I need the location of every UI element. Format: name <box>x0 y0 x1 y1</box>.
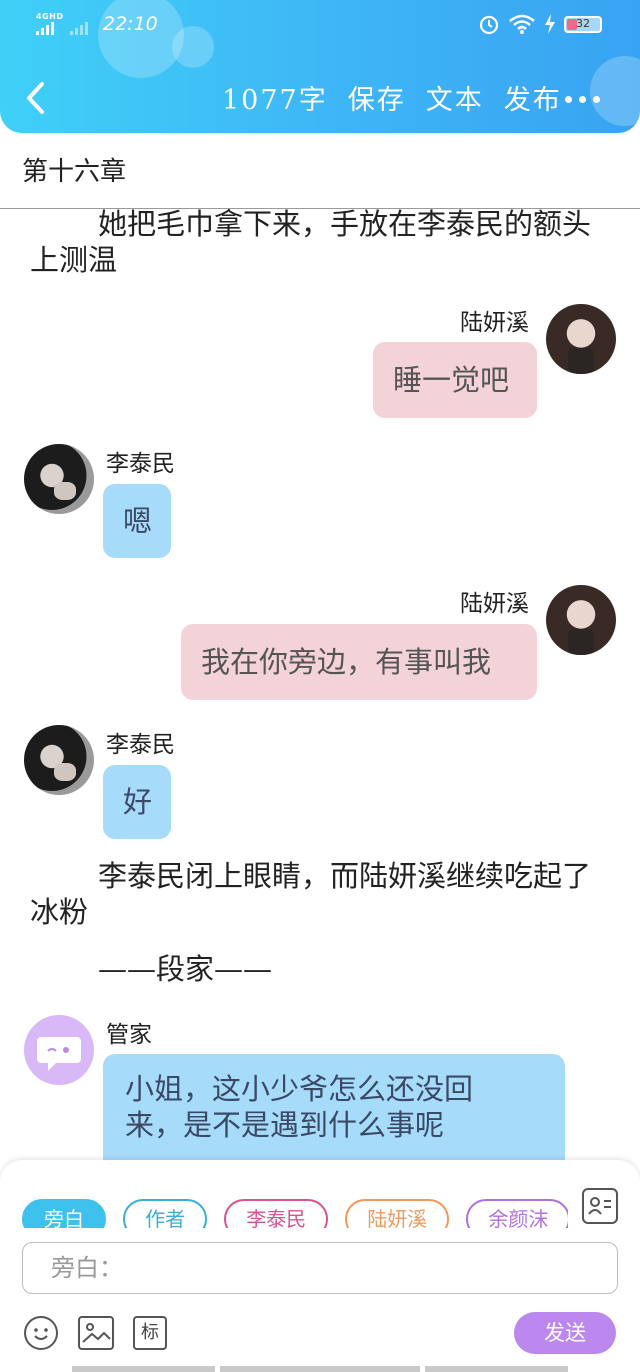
network-type: 4GHD <box>36 12 64 21</box>
speaker-name: 管家 <box>106 1022 152 1048</box>
more-button[interactable] <box>565 96 600 103</box>
speaker-name: 陆妍溪 <box>460 310 529 336</box>
chat-face-icon <box>37 1037 81 1071</box>
avatar-li-taemin[interactable] <box>24 725 94 795</box>
narration-paragraph: 她把毛巾拿下来，手放在李泰民的额头上测温 <box>30 209 592 277</box>
chip-author[interactable]: 作者 <box>123 1199 208 1228</box>
avatar-lu-yanxi[interactable] <box>546 304 616 374</box>
alarm-icon <box>479 15 499 35</box>
gesture-bar <box>72 1366 215 1372</box>
status-bar: 4GHD 22:10 32 <box>0 8 640 40</box>
speaker-name: 李泰民 <box>106 451 175 477</box>
avatar-li-taemin[interactable] <box>24 444 94 514</box>
word-count: 1077字 <box>222 85 328 116</box>
tag-label: 标 <box>141 1322 159 1343</box>
gesture-bar <box>425 1366 568 1372</box>
avatar-lu-yanxi[interactable] <box>546 585 616 655</box>
role-chip-list[interactable]: 旁白 作者 李泰民 陆妍溪 余颜沫 <box>22 1186 568 1228</box>
gesture-bar <box>220 1366 420 1372</box>
chapter-header: 第十六章 <box>0 133 640 209</box>
signal-icon <box>36 22 54 35</box>
emoji-button[interactable] <box>24 1316 58 1350</box>
more-dot <box>565 96 572 103</box>
character-manager-button[interactable] <box>582 1188 618 1224</box>
charging-icon <box>545 14 555 34</box>
chip-narrator[interactable]: 旁白 <box>22 1199 106 1228</box>
more-dot <box>579 96 586 103</box>
status-icons: 32 <box>478 13 602 35</box>
decor-bubble <box>590 56 640 126</box>
chevron-left-icon <box>27 82 44 114</box>
top-app-bar: 4GHD 22:10 32 1077字 保存 文本 发布 <box>0 0 640 133</box>
message-text: 我在你旁边，有事叫我 <box>201 645 492 679</box>
message-input-field[interactable] <box>22 1242 618 1294</box>
message-input[interactable] <box>23 1243 617 1293</box>
chip-yu-yanmo[interactable]: 余颜沫 <box>466 1199 568 1228</box>
send-button[interactable]: 发送 <box>514 1312 616 1354</box>
message-bubble[interactable]: 好 <box>103 765 171 839</box>
message-bubble[interactable]: 睡一觉吧 <box>373 342 537 418</box>
message-text-line: 来，是不是遇到什么事呢 <box>125 1108 445 1142</box>
message-bubble[interactable]: 我在你旁边，有事叫我 <box>181 624 537 700</box>
battery-icon: 32 <box>564 15 602 33</box>
story-content[interactable]: 她把毛巾拿下来，手放在李泰民的额头上测温 陆妍溪 睡一觉吧 李泰民 嗯 陆妍溪 … <box>0 209 640 1161</box>
narration-paragraph: 李泰民闭上眼睛，而陆妍溪继续吃起了冰粉 <box>30 859 592 929</box>
header-actions: 1077字 保存 文本 发布 <box>222 78 562 117</box>
message-bubble[interactable]: 嗯 <box>103 484 171 558</box>
text-button[interactable]: 文本 <box>426 78 484 117</box>
publish-button[interactable]: 发布 <box>504 78 562 117</box>
status-time: 22:10 <box>103 13 158 35</box>
composer-panel: 旁白 作者 李泰民 陆妍溪 余颜沫 标 发送 <box>0 1160 640 1372</box>
message-text: 嗯 <box>123 504 153 538</box>
signal-icon-secondary <box>70 22 88 35</box>
tag-button[interactable]: 标 <box>133 1316 167 1350</box>
speaker-name: 李泰民 <box>106 732 175 758</box>
message-text: 睡一觉吧 <box>393 363 510 397</box>
speaker-name: 陆妍溪 <box>460 591 529 617</box>
image-icon <box>82 1323 111 1343</box>
message-bubble[interactable]: 小姐，这小少爷怎么还没回 来，是不是遇到什么事呢 <box>103 1054 565 1161</box>
image-button[interactable] <box>78 1316 114 1350</box>
scene-divider: ——段家—— <box>98 952 273 986</box>
message-text-line: 小姐，这小少爷怎么还没回 <box>125 1072 474 1106</box>
wifi-icon <box>509 14 535 34</box>
message-text: 好 <box>123 785 153 819</box>
save-button[interactable]: 保存 <box>348 78 406 117</box>
battery-level: 32 <box>576 16 590 30</box>
contact-card-icon <box>588 1197 611 1215</box>
chip-lu-yanxi[interactable]: 陆妍溪 <box>345 1199 450 1228</box>
back-button[interactable] <box>22 80 52 116</box>
more-dot <box>593 96 600 103</box>
chapter-title[interactable]: 第十六章 <box>22 151 126 188</box>
avatar-butler[interactable] <box>24 1015 94 1085</box>
smiley-icon <box>34 1328 48 1340</box>
chip-li-taemin[interactable]: 李泰民 <box>224 1199 329 1228</box>
